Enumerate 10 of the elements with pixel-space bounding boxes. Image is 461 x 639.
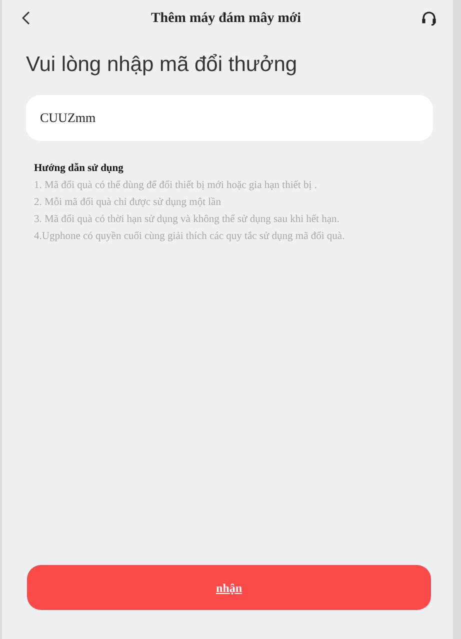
instruction-line: 3. Mã đổi quà có thời hạn sử dụng và không thể sử dụng sau khi hết hạn. bbox=[34, 212, 340, 226]
instruction-line: 4.Ugphone có quyền cuối cùng giải thích các quy tắc sử dụng mã đổi quà. bbox=[34, 230, 346, 244]
back-icon[interactable] bbox=[22, 11, 31, 25]
instruction-line: 1. Mã đổi quà có thể dùng để đổi thiết bị mới hoặc gia hạn thiết bị . bbox=[34, 178, 318, 192]
instructions-title: Hướng dẫn sử dụng bbox=[34, 162, 124, 176]
headset-icon[interactable] bbox=[420, 10, 437, 26]
page-title: Thêm máy đám mây mới bbox=[150, 10, 302, 28]
code-input-field[interactable]: CUUZmm bbox=[26, 94, 433, 140]
page-heading: Vui lòng nhập mã đổi thưởng bbox=[26, 52, 298, 78]
instruction-line: 2. Mỗi mã đổi quà chỉ được sử dụng một lần bbox=[34, 196, 222, 210]
